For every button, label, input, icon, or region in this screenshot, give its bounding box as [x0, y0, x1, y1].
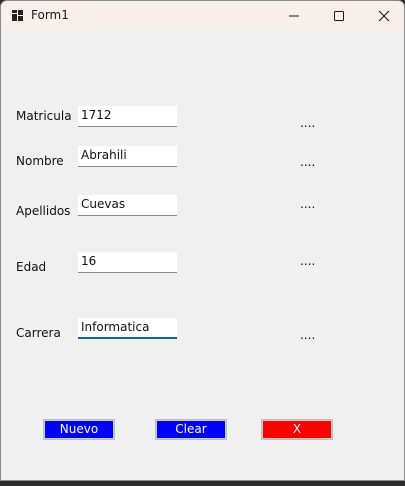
apellidos-output-label: .... [300, 197, 316, 211]
edad-input[interactable]: 16 [78, 252, 177, 273]
exit-button[interactable]: X [261, 419, 333, 440]
apellidos-label: Apellidos [16, 204, 71, 218]
minimize-icon [289, 15, 299, 17]
close-button[interactable] [361, 1, 404, 31]
matricula-label: Matricula [16, 109, 72, 123]
edad-output-label: .... [300, 254, 316, 268]
carrera-input[interactable]: Informatica [78, 318, 177, 339]
matricula-output-label: .... [300, 116, 316, 130]
carrera-output-label: .... [300, 328, 316, 342]
nombre-input[interactable]: Abrahili [78, 146, 177, 167]
nuevo-button[interactable]: Nuevo [43, 419, 115, 440]
nombre-output-label: .... [300, 155, 316, 169]
form1-window: Form1 Matricula 1712 .... Nombre Abrahil… [0, 0, 405, 481]
title-bar[interactable]: Form1 [1, 1, 404, 31]
carrera-label: Carrera [16, 326, 61, 340]
maximize-icon [334, 11, 344, 21]
edad-label: Edad [16, 260, 47, 274]
window-title: Form1 [31, 8, 69, 22]
windows-form-icon [12, 10, 23, 21]
minimize-button[interactable] [271, 1, 317, 31]
nombre-label: Nombre [16, 154, 64, 168]
maximize-button[interactable] [316, 1, 362, 31]
matricula-input[interactable]: 1712 [78, 106, 177, 127]
clear-button[interactable]: Clear [155, 419, 227, 440]
close-icon [378, 10, 390, 22]
apellidos-input[interactable]: Cuevas [78, 195, 177, 216]
